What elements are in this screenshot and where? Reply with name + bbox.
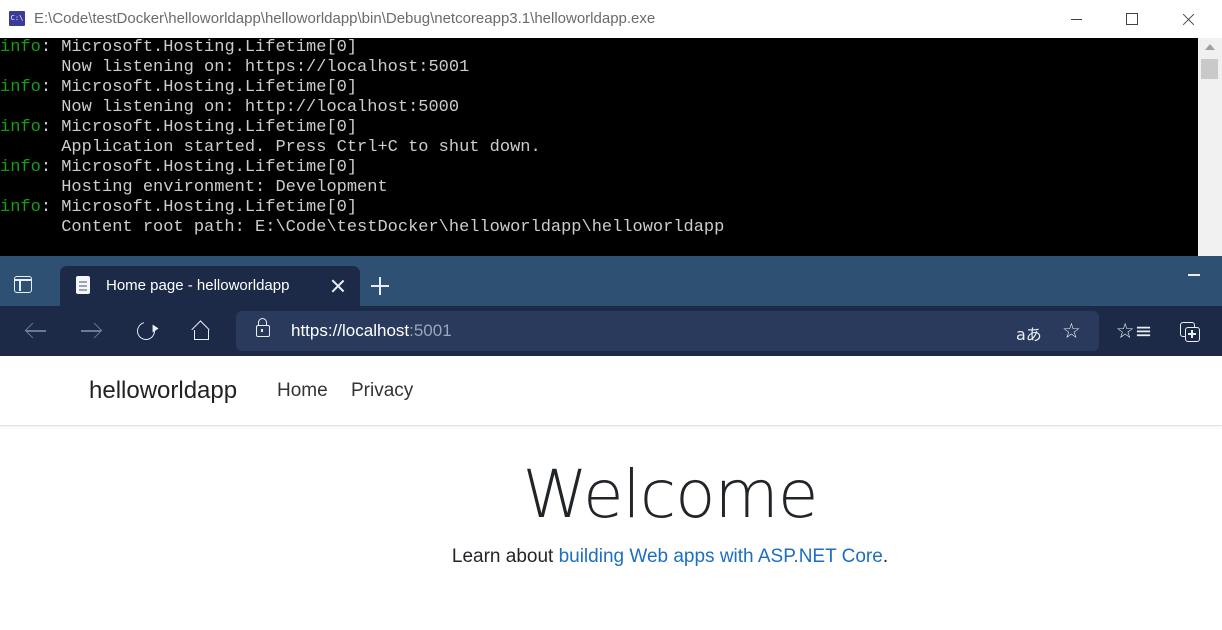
browser-toolbar: https://localhost:5001 aあ ☆ ☆≡ <box>0 306 1222 356</box>
web-page: helloworldapp Home Privacy Welcome Learn… <box>0 356 1222 630</box>
console-line: Application started. Press Ctrl+C to shu… <box>0 138 541 157</box>
console-titlebar[interactable]: C:\ E:\Code\testDocker\helloworldapp\hel… <box>0 0 1222 38</box>
lead-paragraph: Learn about building Web apps with ASP.N… <box>451 546 889 567</box>
home-icon <box>191 320 210 340</box>
nav-link-home[interactable]: Home <box>277 380 328 402</box>
maximize-button[interactable] <box>1106 0 1158 38</box>
console-line: info: Microsoft.Hosting.Lifetime[0] <box>0 38 358 57</box>
close-icon <box>1182 13 1195 26</box>
console-line: info: Microsoft.Hosting.Lifetime[0] <box>0 158 358 177</box>
console-window: C:\ E:\Code\testDocker\helloworldapp\hel… <box>0 0 1222 256</box>
tab-actions-icon[interactable] <box>12 273 36 297</box>
page-icon <box>76 276 90 294</box>
console-line: info: Microsoft.Hosting.Lifetime[0] <box>0 198 358 217</box>
favorites-icon[interactable]: ☆≡ <box>1116 311 1152 351</box>
forward-arrow-icon <box>80 322 103 340</box>
translate-icon[interactable]: aあ <box>1016 321 1042 345</box>
url-port: :5001 <box>409 321 452 340</box>
tab-title: Home page - helloworldapp <box>106 277 290 294</box>
forward-button[interactable] <box>69 306 113 356</box>
home-button[interactable] <box>179 306 223 356</box>
browser-minimize-icon[interactable] <box>1188 274 1200 276</box>
browser-window: Home page - helloworldapp https://localh… <box>0 256 1222 630</box>
address-bar[interactable]: https://localhost:5001 aあ ☆ <box>236 311 1099 351</box>
refresh-button[interactable] <box>124 306 168 356</box>
console-output[interactable]: info: Microsoft.Hosting.Lifetime[0] Now … <box>0 38 1198 256</box>
url-text[interactable]: https://localhost:5001 <box>291 321 452 341</box>
console-line: Hosting environment: Development <box>0 178 388 197</box>
collections-button[interactable] <box>1172 311 1206 351</box>
minimize-icon <box>1070 18 1082 20</box>
back-button[interactable] <box>14 306 58 356</box>
browser-tab[interactable]: Home page - helloworldapp <box>60 266 360 306</box>
maximize-icon <box>1126 13 1138 25</box>
console-scrollbar[interactable] <box>1198 38 1222 256</box>
scroll-up-arrow-icon[interactable] <box>1205 44 1215 50</box>
close-button[interactable] <box>1162 0 1214 38</box>
console-line: info: Microsoft.Hosting.Lifetime[0] <box>0 118 358 137</box>
add-favorite-icon[interactable]: ☆ <box>1062 319 1081 343</box>
nav-link-privacy[interactable]: Privacy <box>351 380 413 402</box>
new-tab-icon[interactable] <box>370 276 390 296</box>
console-line: info: Microsoft.Hosting.Lifetime[0] <box>0 78 358 97</box>
console-line: Now listening on: http://localhost:5000 <box>0 98 460 117</box>
url-host: https://localhost <box>291 321 410 340</box>
site-navbar: helloworldapp Home Privacy <box>0 356 1222 426</box>
lock-icon[interactable] <box>256 318 270 337</box>
tab-strip: Home page - helloworldapp <box>0 256 1222 306</box>
console-window-title: E:\Code\testDocker\helloworldapp\hellowo… <box>34 10 656 27</box>
page-heading: Welcome <box>522 456 819 533</box>
console-line: Content root path: E:\Code\testDocker\he… <box>0 218 725 237</box>
scrollbar-thumb[interactable] <box>1201 59 1218 79</box>
console-line: Now listening on: https://localhost:5001 <box>0 58 470 77</box>
tab-close-icon[interactable] <box>330 278 346 294</box>
back-arrow-icon <box>24 322 47 340</box>
minimize-button[interactable] <box>1050 0 1102 38</box>
collections-icon <box>1180 322 1200 342</box>
refresh-icon <box>133 318 159 344</box>
aspnet-docs-link[interactable]: building Web apps with ASP.NET Core <box>559 546 883 567</box>
site-brand-link[interactable]: helloworldapp <box>89 377 237 405</box>
console-app-icon: C:\ <box>9 11 25 26</box>
